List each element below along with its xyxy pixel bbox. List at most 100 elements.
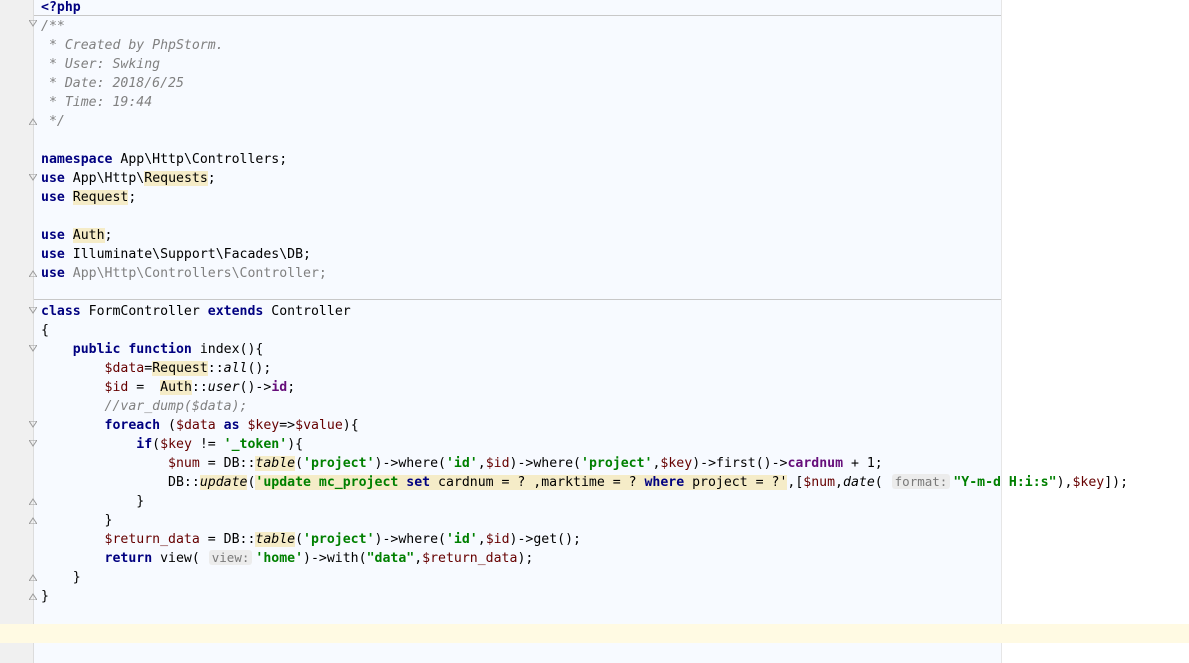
variable: $id [104,380,129,395]
keyword: as [215,418,248,433]
namespace-line[interactable]: namespace App\Http\Controllers; [41,150,287,169]
use-line[interactable]: use Illuminate\Support\Facades\DB; [41,245,311,264]
code-line[interactable]: } [41,511,113,530]
brace: } [104,513,113,528]
use-line[interactable]: use Request; [41,188,136,207]
method-declaration-line[interactable]: public function index(){ [41,340,264,359]
static-call: table [255,532,296,547]
unused-import: App\Http\Controllers\Controller; [72,266,327,281]
parent-class: Controller [271,304,351,319]
code-line[interactable]: $id = Auth::user()->id; [41,378,295,397]
punctuation: )->with( [303,551,367,566]
class-declaration-line[interactable]: class FormController extends Controller [41,302,351,321]
variable: $num [168,456,200,471]
sql-keyword: set [406,475,431,490]
keyword: public [72,342,121,357]
punctuation: + 1; [843,456,883,471]
use-line[interactable]: use Auth; [41,226,113,245]
code-line[interactable]: foreach ($data as $key=>$value){ [41,416,359,435]
parameter-hint: view: [208,550,253,565]
code-line[interactable]: $return_data = DB::table('project')->whe… [41,530,581,549]
fold-close-icon[interactable] [29,592,37,600]
punctuation: ){ [342,418,359,433]
fold-open-icon[interactable] [29,174,37,182]
sql-string: project = ?' [684,475,788,490]
fold-close-icon[interactable] [29,269,37,277]
code-line[interactable]: } [41,568,81,587]
use-prefix: Illuminate\Support\Facades\DB; [72,247,311,262]
code-line[interactable]: <?php [41,0,81,17]
code-editor[interactable]: <?php /** * Created by PhpStorm. * User:… [0,0,1189,663]
static-call: all [223,361,248,376]
keyword: use [41,171,65,186]
variable: $id [485,456,510,471]
code-line[interactable]: DB::update ('update mc_project set cardnu… [41,473,1128,492]
sql-string: 'update mc_project [255,475,407,490]
doc-comment-line[interactable]: */ [41,112,65,131]
keyword: extends [207,304,264,319]
variable: $return_data [422,551,518,566]
use-highlight: Auth [72,228,105,243]
punctuation: , [477,532,486,547]
variable: $data [176,418,216,433]
function-call: date [843,475,875,490]
php-open-tag: <?php [41,0,81,15]
line-comment: //var_dump($data); [104,399,248,414]
fold-open-icon[interactable] [29,440,37,448]
fold-close-icon[interactable] [29,497,37,505]
punctuation: ( [295,532,304,547]
keyword: use [41,247,65,262]
brace: } [136,494,145,509]
right-margin-area [1001,0,1189,663]
variable: $key [1072,475,1105,490]
code-line[interactable]: $data=Request::all(); [41,359,271,378]
operator: => [279,418,296,433]
operator: :: [207,361,224,376]
editor-gutter[interactable] [0,0,34,663]
code-line[interactable]: } [41,587,49,606]
punctuation: ( [295,456,304,471]
punctuation: ( [874,475,891,490]
fold-close-icon[interactable] [29,516,37,524]
doc-comment-line[interactable]: * Time: 19:44 [41,93,152,112]
punctuation: ( [152,437,161,452]
class-name: FormController [88,304,200,319]
sql-keyword: where [644,475,685,490]
punctuation: , [477,456,486,471]
doc-comment-line[interactable]: * Created by PhpStorm. [41,36,224,55]
fold-open-icon[interactable] [29,20,37,28]
keyword: foreach [104,418,161,433]
code-line[interactable]: //var_dump($data); [41,397,248,416]
punctuation: view( [152,551,208,566]
fold-close-icon[interactable] [29,117,37,125]
fold-open-icon[interactable] [29,307,37,315]
string-literal: 'project' [581,456,653,471]
code-line[interactable]: if($key != '_token'){ [41,435,303,454]
code-line[interactable]: return view( view:'home')->with("data",$… [41,549,533,568]
fold-close-icon[interactable] [29,573,37,581]
use-suffix: ; [104,228,113,243]
doc-comment-line[interactable]: * Date: 2018/6/25 [41,74,184,93]
keyword: function [128,342,192,357]
fold-open-icon[interactable] [29,421,37,429]
code-line[interactable]: { [41,321,49,340]
fold-open-icon[interactable] [29,345,37,353]
punctuation: )->where( [509,456,581,471]
keyword: if [136,437,153,452]
keyword: use [41,190,65,205]
variable: $key [660,456,693,471]
doc-comment-line[interactable]: * User: Swking [41,55,160,74]
code-line[interactable]: $num = DB::table('project')->where('id',… [41,454,883,473]
code-line[interactable]: } [41,492,144,511]
namespace-name: App\Http\Controllers; [120,152,288,167]
punctuation: ]); [1104,475,1129,490]
use-line[interactable]: use App\Http\Controllers\Controller; [41,264,327,283]
punctuation: )->where( [374,456,446,471]
class-ref: Auth [160,380,192,395]
sql-string: cardnum = ? ,marktime = ? [430,475,645,490]
brace: { [41,323,49,338]
variable: $num [803,475,836,490]
punctuation: ()-> [239,380,272,395]
doc-comment-line[interactable]: /** [41,17,65,36]
use-line[interactable]: use App\Http\Requests; [41,169,216,188]
